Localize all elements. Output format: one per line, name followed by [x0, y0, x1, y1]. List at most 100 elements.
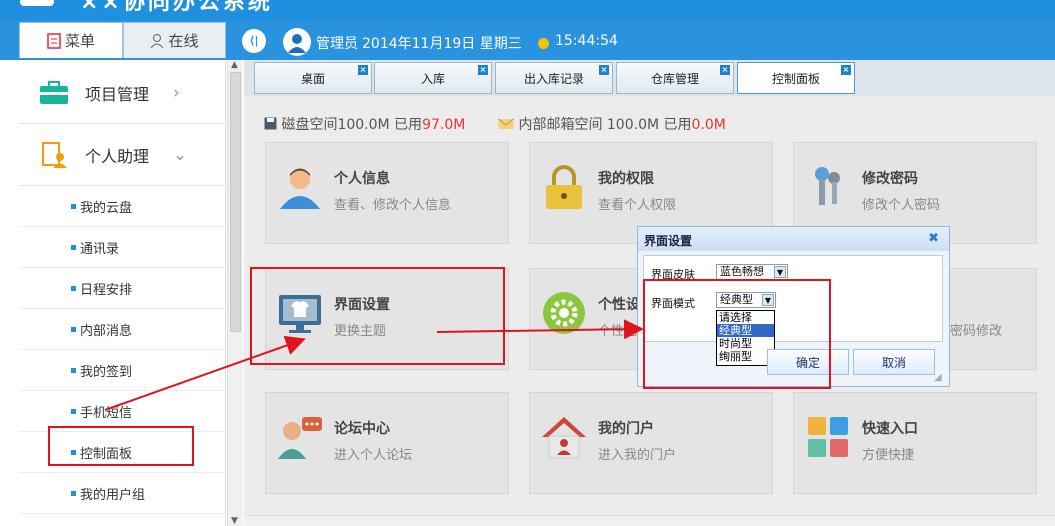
sidebar-item-label: 我的签到 — [80, 364, 133, 380]
close-icon[interactable]: ✖ — [928, 231, 939, 246]
card-desc: 进入个人论坛 — [334, 448, 413, 463]
card-personal-info[interactable]: 个人信息 查看、修改个人信息 — [265, 142, 509, 244]
tab-label: 入库 — [420, 71, 445, 86]
sidebar-item-contacts[interactable]: 通讯录 — [19, 227, 226, 268]
disk-icon — [264, 117, 277, 130]
close-icon[interactable]: × — [358, 65, 368, 75]
card-title: 修改密码 — [862, 171, 918, 187]
tab-online[interactable]: 在线 — [123, 22, 226, 58]
annotation-box-mode — [643, 279, 831, 389]
scrollbar-thumb[interactable] — [230, 72, 241, 332]
sidebar-scrollbar[interactable]: ▲ ▼ — [227, 60, 243, 526]
sidebar-group-project[interactable]: 项目管理 › — [19, 62, 226, 124]
bullet-icon — [71, 326, 76, 332]
chevron-down-icon: ⌄ — [173, 144, 188, 165]
annotation-box-control-panel — [48, 426, 194, 466]
card-title: 快速入口 — [862, 421, 918, 437]
skin-select[interactable]: 蓝色畅想 ▼ — [716, 264, 788, 280]
tiles-icon — [808, 417, 848, 457]
logo — [20, 0, 54, 6]
close-icon[interactable]: × — [478, 65, 488, 75]
disk-usage: 磁盘空间100.0M 已用97.0M — [264, 114, 465, 134]
card-desc: 查看个人权限 — [598, 198, 677, 213]
tab-warehouse[interactable]: 仓库管理 × — [616, 62, 734, 94]
sidebar-item-label: 我的用户组 — [80, 487, 146, 503]
person-icon — [151, 33, 164, 48]
tab-label: 控制面板 — [771, 71, 820, 86]
card-quick-entry[interactable]: 快速入口 方便快捷 — [793, 392, 1037, 494]
card-desc: 个性化 — [598, 324, 638, 339]
card-portal[interactable]: 我的门户 进入我的门户 — [529, 392, 773, 494]
tab-desktop[interactable]: 桌面 × — [254, 62, 372, 94]
house-icon — [542, 417, 586, 459]
card-title: 个性设 — [598, 297, 640, 313]
tab-inbound[interactable]: 入库 × — [374, 62, 492, 94]
keys-icon — [815, 167, 840, 205]
sidebar-group-label: 项目管理 — [85, 84, 150, 104]
disk-used-value: 97.0M — [422, 117, 466, 133]
card-desc: 查看、修改个人信息 — [334, 198, 452, 213]
card-title: 我的权限 — [598, 171, 654, 187]
person-doc-icon — [42, 141, 67, 168]
disk-usage-label: 磁盘空间100.0M 已用 — [281, 117, 423, 133]
sidebar-item-user-groups[interactable]: 我的用户组 — [19, 473, 226, 514]
close-icon[interactable]: × — [841, 65, 851, 75]
close-icon[interactable]: × — [720, 65, 730, 75]
chevron-right-icon: › — [173, 82, 180, 103]
scroll-up-icon[interactable]: ▲ — [231, 60, 238, 70]
cancel-button[interactable]: 取消 — [853, 349, 935, 375]
sidebar-item-label: 日程安排 — [80, 282, 133, 298]
user-avatar-icon — [283, 28, 311, 56]
sidebar-item-label: 我的云盘 — [80, 200, 133, 216]
user-icon — [280, 168, 320, 209]
bullet-icon — [71, 367, 76, 373]
bullet-icon — [71, 285, 76, 291]
annotation-box-ui-settings — [250, 267, 505, 365]
mail-icon — [498, 118, 514, 129]
sidebar-item-label: 手机短信 — [80, 405, 133, 421]
tab-label: 仓库管理 — [650, 71, 699, 86]
bullet-icon — [71, 203, 76, 209]
sidebar-item-label: 内部消息 — [80, 323, 133, 339]
tab-label: 桌面 — [300, 71, 325, 86]
card-desc: 密码修改 — [950, 324, 1003, 339]
lock-icon — [546, 165, 582, 209]
tab-menu[interactable]: 菜单 — [19, 22, 123, 58]
tab-inout-records[interactable]: 出入库记录 × — [495, 62, 613, 94]
card-desc: 方便快捷 — [862, 448, 915, 463]
bullet-icon — [71, 490, 76, 496]
forum-icon — [278, 417, 322, 459]
user-role: 管理员 — [316, 36, 358, 52]
current-date: 2014年11月19日 星期三 — [362, 36, 522, 52]
horizontal-scrollbar[interactable] — [244, 515, 1055, 526]
resize-grip-icon[interactable]: ◢ — [934, 372, 946, 384]
briefcase-icon — [40, 80, 68, 104]
tab-control-panel[interactable]: 控制面板 × — [737, 62, 855, 94]
close-icon[interactable]: × — [599, 65, 609, 75]
card-desc: 修改个人密码 — [862, 198, 941, 213]
gear-icon — [543, 292, 585, 334]
card-title: 论坛中心 — [334, 421, 390, 437]
sidebar-item-label: 通讯录 — [80, 241, 120, 257]
sidebar-item-schedule[interactable]: 日程安排 — [19, 268, 226, 309]
card-forum[interactable]: 论坛中心 进入个人论坛 — [265, 392, 509, 494]
top-banner: ××协同办公系统 — [0, 0, 1055, 20]
tab-online-label: 在线 — [168, 32, 199, 50]
sidebar-item-cloud[interactable]: 我的云盘 — [19, 186, 226, 227]
clock-icon — [538, 38, 549, 49]
tab-menu-label: 菜单 — [64, 32, 95, 50]
bullet-icon — [71, 408, 76, 414]
chevron-down-icon[interactable]: ▼ — [774, 266, 786, 278]
scroll-down-icon[interactable]: ▼ — [231, 516, 238, 526]
tab-label: 出入库记录 — [523, 71, 584, 86]
card-desc: 进入我的门户 — [598, 448, 677, 463]
collapse-sidebar-button[interactable]: ⟨| — [242, 29, 266, 53]
current-time: 15:44:54 — [555, 33, 618, 49]
sidebar-group-assistant[interactable]: 个人助理 ⌄ — [19, 124, 226, 186]
sidebar-item-checkin[interactable]: 我的签到 — [19, 350, 226, 391]
document-icon — [47, 32, 61, 49]
dialog-title: 界面设置 — [638, 227, 949, 251]
mail-usage: 内部邮箱空间 100.0M 已用0.0M — [498, 114, 726, 134]
sidebar-item-messages[interactable]: 内部消息 — [19, 309, 226, 350]
app-title: ××协同办公系统 — [80, 0, 273, 15]
